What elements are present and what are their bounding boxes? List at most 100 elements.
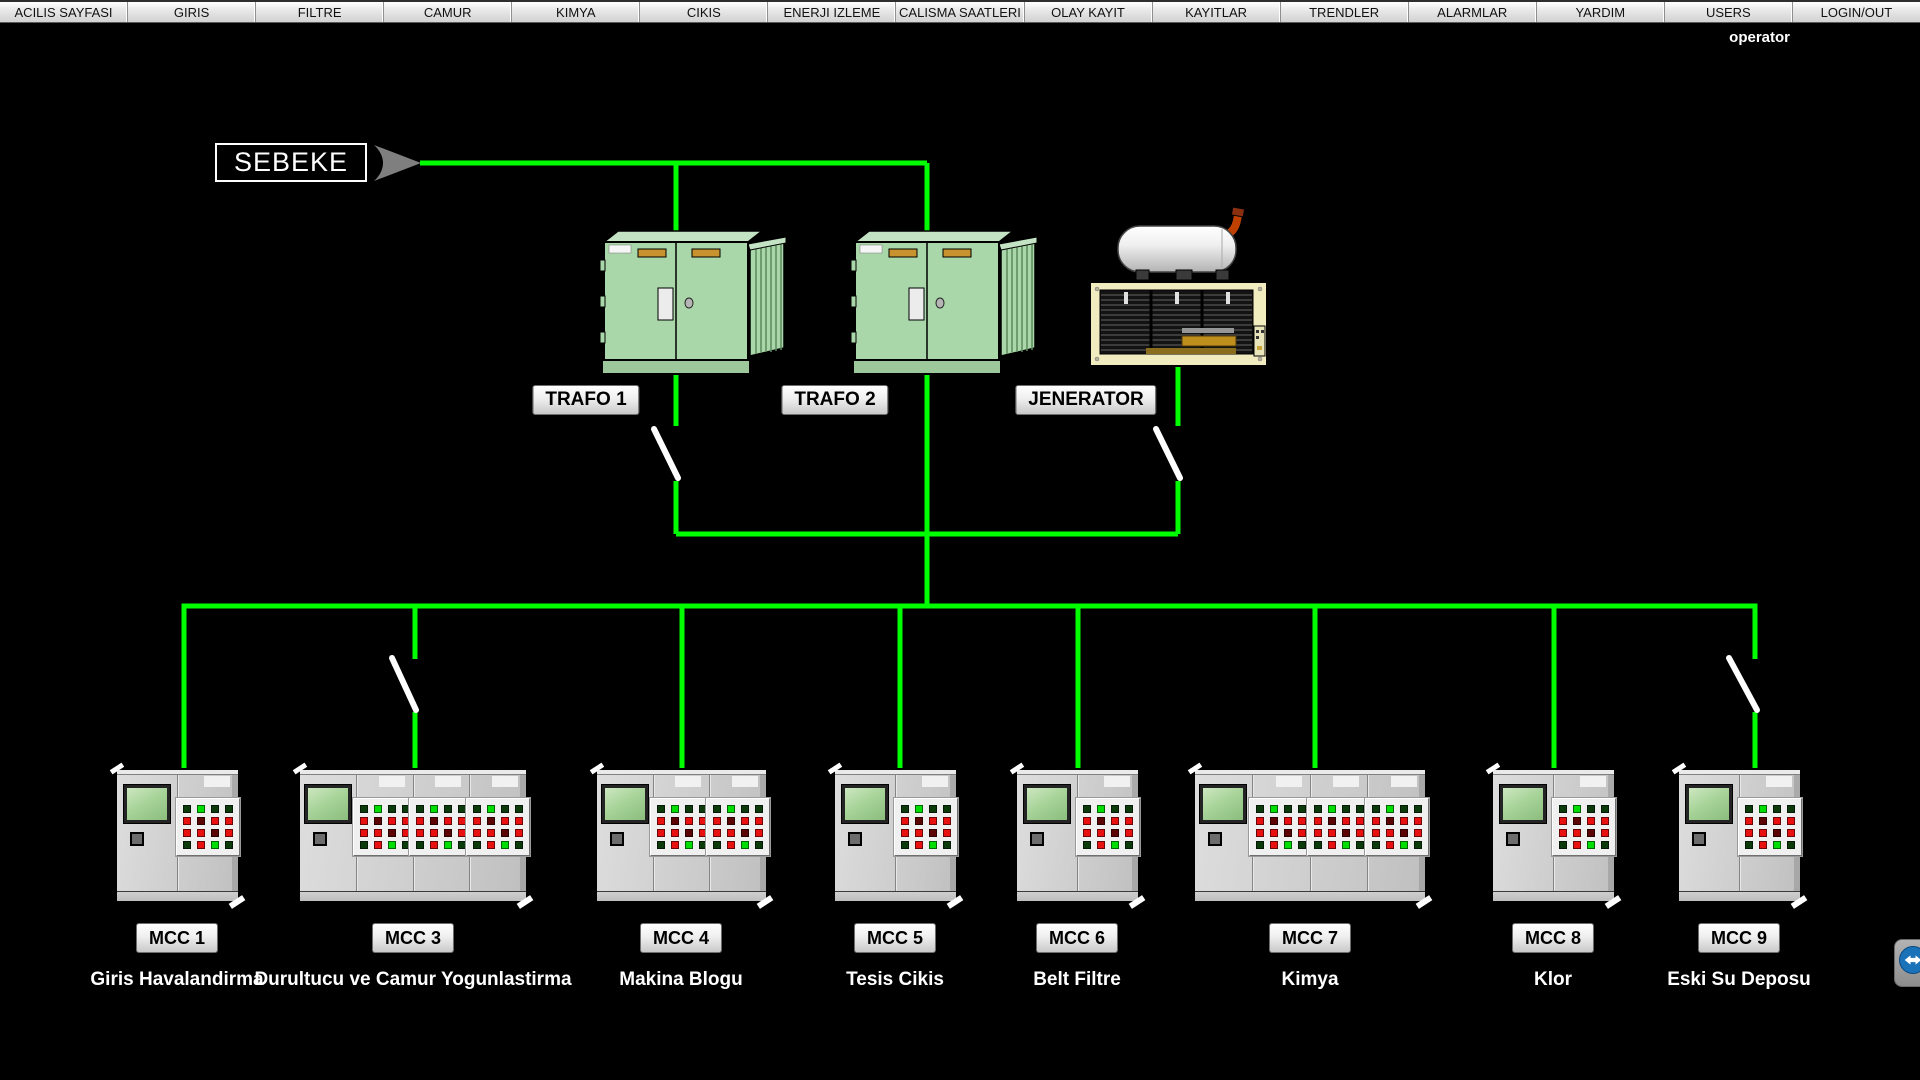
section-tag bbox=[1276, 776, 1302, 787]
indicator-cell-r bbox=[901, 829, 909, 837]
indicator-cell-r bbox=[225, 817, 233, 825]
section-tag bbox=[1104, 776, 1130, 787]
indicator-cell-dg bbox=[515, 841, 523, 849]
indicator-cell-dg bbox=[1256, 805, 1264, 813]
indicator-cell-bg bbox=[685, 841, 693, 849]
indicator-cell-dr bbox=[1270, 817, 1278, 825]
panel-button[interactable] bbox=[313, 832, 327, 846]
cabinet-face bbox=[1195, 770, 1425, 901]
indicator-cell-r bbox=[671, 841, 679, 849]
panel-button[interactable] bbox=[130, 832, 144, 846]
indicator-cell-r bbox=[374, 829, 382, 837]
indicator-cell-bg bbox=[1773, 841, 1781, 849]
mcc-button-mcc-5[interactable]: MCC 5 bbox=[854, 923, 936, 953]
indicator-cell-r bbox=[211, 817, 219, 825]
mcc-screen-section bbox=[835, 770, 895, 901]
indicator-cell-r bbox=[1356, 817, 1364, 825]
mcc-screen bbox=[1499, 784, 1547, 824]
mcc-button-mcc-6[interactable]: MCC 6 bbox=[1036, 923, 1118, 953]
indicator-cell-dg bbox=[1559, 841, 1567, 849]
mcc-screen-display bbox=[1503, 788, 1543, 820]
indicator-cell-dr bbox=[1342, 829, 1350, 837]
breaker-open-trafo1-feeder bbox=[654, 429, 678, 478]
indicator-board bbox=[1076, 798, 1140, 856]
panel-button[interactable] bbox=[848, 832, 862, 846]
indicator-cell-bg bbox=[1400, 841, 1408, 849]
trafo2-button[interactable]: TRAFO 2 bbox=[781, 385, 888, 415]
indicator-cell-dr bbox=[1111, 829, 1119, 837]
indicator-cell-dr bbox=[1328, 817, 1336, 825]
mcc-button-mcc-4[interactable]: MCC 4 bbox=[640, 923, 722, 953]
indicator-cell-r bbox=[1083, 817, 1091, 825]
mcc-indicator-section bbox=[1553, 770, 1614, 901]
panel-button[interactable] bbox=[1208, 832, 1222, 846]
indicator-cell-dg bbox=[388, 805, 396, 813]
mcc-button-mcc-9[interactable]: MCC 9 bbox=[1698, 923, 1780, 953]
indicator-cell-dg bbox=[1083, 841, 1091, 849]
mcc-button-mcc-3[interactable]: MCC 3 bbox=[372, 923, 454, 953]
indicator-cell-r bbox=[360, 829, 368, 837]
indicator-cell-r bbox=[1314, 829, 1322, 837]
indicator-cell-dr bbox=[685, 829, 693, 837]
indicator-board bbox=[1307, 798, 1371, 856]
indicator-cell-r bbox=[1745, 817, 1753, 825]
mcc-indicator-section bbox=[177, 770, 238, 901]
indicator-cell-r bbox=[713, 817, 721, 825]
indicator-cell-dr bbox=[1773, 829, 1781, 837]
indicator-cell-r bbox=[1414, 817, 1422, 825]
indicator-cell-dr bbox=[1573, 817, 1581, 825]
mcc-cabinet-mcc-1 bbox=[115, 768, 240, 903]
section-tag bbox=[379, 776, 405, 787]
mcc-indicator-section bbox=[653, 770, 710, 901]
indicator-cell-r bbox=[1773, 817, 1781, 825]
indicator-cell-bg bbox=[1759, 805, 1767, 813]
indicator-board bbox=[1738, 798, 1802, 856]
mcc-button-mcc-8[interactable]: MCC 8 bbox=[1512, 923, 1594, 953]
indicator-cell-dr bbox=[374, 817, 382, 825]
indicator-cell-r bbox=[515, 817, 523, 825]
indicator-cell-dr bbox=[211, 829, 219, 837]
indicator-cell-r bbox=[1256, 817, 1264, 825]
indicator-cell-dg bbox=[685, 805, 693, 813]
mcc-screen bbox=[601, 784, 649, 824]
panel-button[interactable] bbox=[1030, 832, 1044, 846]
remote-access-icon[interactable] bbox=[1894, 939, 1920, 987]
mcc-button-mcc-7[interactable]: MCC 7 bbox=[1269, 923, 1351, 953]
indicator-cell-dg bbox=[1745, 841, 1753, 849]
jenerator-button[interactable]: JENERATOR bbox=[1015, 385, 1156, 415]
jenerator-graphic bbox=[1090, 207, 1267, 366]
source-arrow-icon bbox=[374, 145, 421, 181]
indicator-cell-bg bbox=[197, 805, 205, 813]
indicator-cell-r bbox=[1270, 829, 1278, 837]
indicator-cell-r bbox=[1400, 817, 1408, 825]
indicator-cell-r bbox=[1111, 817, 1119, 825]
indicator-cell-dr bbox=[388, 829, 396, 837]
indicator-cell-bg bbox=[1328, 805, 1336, 813]
indicator-cell-dg bbox=[1083, 805, 1091, 813]
indicator-cell-r bbox=[1414, 829, 1422, 837]
indicator-cell-r bbox=[444, 817, 452, 825]
section-tag bbox=[1580, 776, 1606, 787]
indicator-cell-dr bbox=[1759, 817, 1767, 825]
indicator-cell-r bbox=[1372, 829, 1380, 837]
panel-button[interactable] bbox=[1506, 832, 1520, 846]
panel-button[interactable] bbox=[610, 832, 624, 846]
mcc-screen-section bbox=[300, 770, 356, 901]
indicator-cell-dg bbox=[1372, 841, 1380, 849]
indicator-cell-dg bbox=[657, 805, 665, 813]
mcc-screen bbox=[1685, 784, 1733, 824]
power-line-main-bus bbox=[184, 606, 1755, 772]
indicator-cell-r bbox=[1097, 841, 1105, 849]
mcc-screen-section bbox=[1493, 770, 1553, 901]
indicator-cell-r bbox=[1342, 817, 1350, 825]
indicator-cell-r bbox=[741, 817, 749, 825]
trafo1-button[interactable]: TRAFO 1 bbox=[532, 385, 639, 415]
indicator-cell-r bbox=[360, 817, 368, 825]
mcc-cabinet-mcc-7 bbox=[1193, 768, 1427, 903]
mcc-name-mcc-9: Eski Su Deposu bbox=[1667, 969, 1811, 991]
indicator-cell-dg bbox=[444, 805, 452, 813]
mcc-button-mcc-1[interactable]: MCC 1 bbox=[136, 923, 218, 953]
mcc-screen bbox=[1023, 784, 1071, 824]
indicator-cell-r bbox=[1745, 829, 1753, 837]
panel-button[interactable] bbox=[1692, 832, 1706, 846]
